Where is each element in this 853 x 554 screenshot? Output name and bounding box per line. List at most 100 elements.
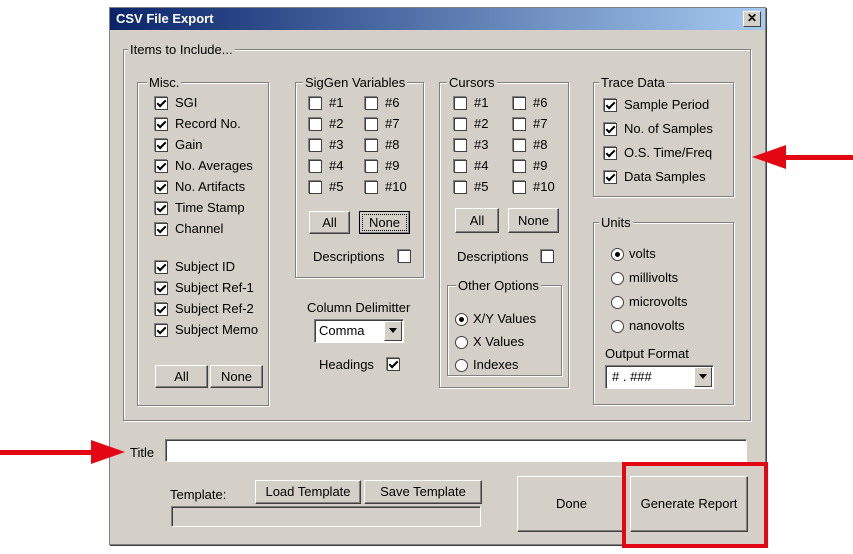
trace-item-checkbox[interactable] <box>604 171 617 184</box>
siggen-item-checkbox[interactable] <box>309 118 322 131</box>
misc-item-label: Record No. <box>175 116 241 131</box>
siggen-descriptions-checkbox[interactable] <box>398 250 411 263</box>
headings-label: Headings <box>319 357 374 372</box>
siggen-item-label: #9 <box>385 158 400 173</box>
cursor-item-checkbox[interactable] <box>513 181 526 194</box>
template-label: Template: <box>170 487 227 502</box>
column-delimiter-select[interactable]: Comma <box>314 319 404 343</box>
trace-item-checkbox[interactable] <box>604 123 617 136</box>
cursor-item-checkbox[interactable] <box>454 160 467 173</box>
siggen-item-checkbox[interactable] <box>309 160 322 173</box>
misc-item-label: Time Stamp <box>175 200 245 215</box>
misc-all-button[interactable]: All <box>155 365 208 388</box>
cursor-item-label: #5 <box>474 179 489 194</box>
close-button[interactable]: ✕ <box>743 11 761 27</box>
cursor-item-checkbox[interactable] <box>513 160 526 173</box>
column-delimiter-value: Comma <box>319 323 365 338</box>
misc-item-label: No. Averages <box>175 158 253 173</box>
trace-item-checkbox[interactable] <box>604 99 617 112</box>
trace-item-checkbox[interactable] <box>604 147 617 160</box>
headings-checkbox[interactable] <box>387 358 400 371</box>
siggen-item-label: #1 <box>329 95 344 110</box>
misc-item-label: Subject Ref-2 <box>175 301 254 316</box>
cursor-item-checkbox[interactable] <box>454 181 467 194</box>
siggen-item-checkbox[interactable] <box>365 118 378 131</box>
cursor-item-checkbox[interactable] <box>454 97 467 110</box>
misc-item-checkbox[interactable] <box>155 160 168 173</box>
misc-item-label: SGI <box>175 95 198 110</box>
siggen-item-checkbox[interactable] <box>365 181 378 194</box>
items-to-include-label: Items to Include... <box>128 42 235 57</box>
siggen-item-checkbox[interactable] <box>309 181 322 194</box>
cursors-all-button[interactable]: All <box>455 208 499 233</box>
template-path-field <box>171 506 481 527</box>
misc-item-checkbox[interactable] <box>155 324 168 337</box>
save-template-button[interactable]: Save Template <box>364 480 482 504</box>
cursor-item-label: #6 <box>533 95 548 110</box>
output-format-select[interactable]: # . ### <box>605 365 714 389</box>
unit-option-radio[interactable] <box>611 248 624 261</box>
other-option-radio[interactable] <box>455 359 468 372</box>
misc-item-checkbox[interactable] <box>155 223 168 236</box>
siggen-none-button[interactable]: None <box>359 211 410 234</box>
title-input[interactable] <box>165 439 747 462</box>
cursor-item-checkbox[interactable] <box>513 118 526 131</box>
misc-item-checkbox[interactable] <box>155 261 168 274</box>
siggen-item-label: #2 <box>329 116 344 131</box>
column-delimiter-label: Column Delimitter <box>307 300 411 315</box>
cursor-item-checkbox[interactable] <box>513 97 526 110</box>
misc-item-checkbox[interactable] <box>155 181 168 194</box>
siggen-item-label: #8 <box>385 137 400 152</box>
other-option-label: X Values <box>473 334 525 349</box>
highlight-box <box>622 462 768 548</box>
output-format-label: Output Format <box>605 346 689 361</box>
misc-item-checkbox[interactable] <box>155 97 168 110</box>
other-option-label: X/Y Values <box>473 311 537 326</box>
misc-item-checkbox[interactable] <box>155 139 168 152</box>
other-option-radio[interactable] <box>455 313 468 326</box>
unit-option-radio[interactable] <box>611 320 624 333</box>
misc-none-button[interactable]: None <box>210 365 263 388</box>
chevron-down-icon[interactable] <box>694 367 712 387</box>
title-bar[interactable]: CSV File Export ✕ <box>110 8 765 30</box>
misc-item-label: No. Artifacts <box>175 179 246 194</box>
cursor-item-checkbox[interactable] <box>454 139 467 152</box>
misc-item-checkbox[interactable] <box>155 303 168 316</box>
window-title: CSV File Export <box>116 11 214 26</box>
misc-item-label: Subject Memo <box>175 322 259 337</box>
cursor-item-label: #10 <box>533 179 555 194</box>
siggen-item-label: #5 <box>329 179 344 194</box>
unit-option-radio[interactable] <box>611 272 624 285</box>
misc-item-label: Subject Ref-1 <box>175 280 254 295</box>
misc-item-checkbox[interactable] <box>155 202 168 215</box>
cursor-item-checkbox[interactable] <box>454 118 467 131</box>
title-label: Title <box>130 445 155 460</box>
siggen-item-checkbox[interactable] <box>365 139 378 152</box>
unit-option-label: volts <box>629 246 656 261</box>
cursor-item-label: #1 <box>474 95 489 110</box>
cursors-descriptions-checkbox[interactable] <box>541 250 554 263</box>
misc-item-checkbox[interactable] <box>155 282 168 295</box>
cursors-none-button[interactable]: None <box>508 208 559 233</box>
output-format-value: # . ### <box>612 369 652 384</box>
misc-item-label: Gain <box>175 137 203 152</box>
siggen-item-checkbox[interactable] <box>309 97 322 110</box>
cursor-item-label: #4 <box>474 158 489 173</box>
cursors-descriptions-label: Descriptions <box>457 249 529 264</box>
cursor-item-label: #9 <box>533 158 548 173</box>
misc-item-checkbox[interactable] <box>155 118 168 131</box>
cursor-item-label: #2 <box>474 116 489 131</box>
siggen-item-checkbox[interactable] <box>309 139 322 152</box>
other-option-label: Indexes <box>473 357 519 372</box>
unit-option-label: nanovolts <box>629 318 685 333</box>
load-template-button[interactable]: Load Template <box>255 480 361 504</box>
unit-option-radio[interactable] <box>611 296 624 309</box>
done-button[interactable]: Done <box>517 476 626 532</box>
siggen-all-button[interactable]: All <box>309 211 350 234</box>
siggen-item-checkbox[interactable] <box>365 97 378 110</box>
siggen-item-checkbox[interactable] <box>365 160 378 173</box>
other-option-radio[interactable] <box>455 336 468 349</box>
siggen-item-label: #6 <box>385 95 400 110</box>
chevron-down-icon[interactable] <box>384 321 402 341</box>
cursor-item-checkbox[interactable] <box>513 139 526 152</box>
